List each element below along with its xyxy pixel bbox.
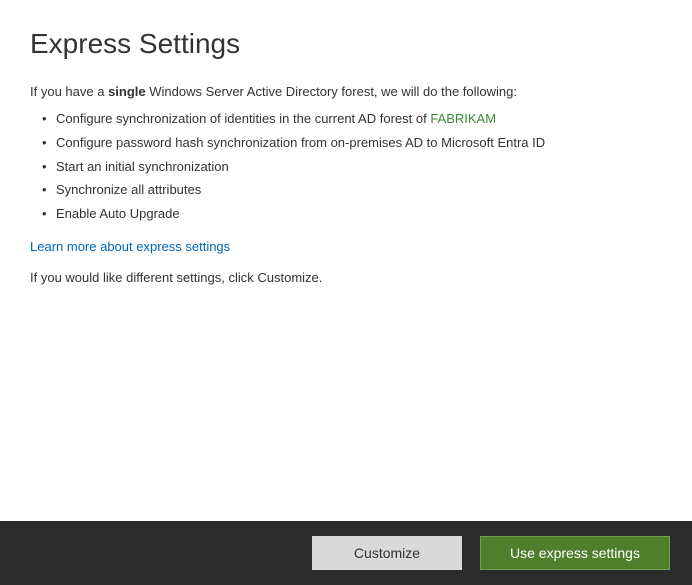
intro-bold: single xyxy=(108,84,146,99)
list-item: Synchronize all attributes xyxy=(42,180,662,201)
intro-prefix: If you have a xyxy=(30,84,108,99)
footer-bar: Customize Use express settings xyxy=(0,521,692,585)
page-title: Express Settings xyxy=(30,28,662,60)
feature-list: Configure synchronization of identities … xyxy=(30,109,662,225)
list-item: Start an initial synchronization xyxy=(42,157,662,178)
customize-note: If you would like different settings, cl… xyxy=(30,270,662,285)
forest-name: FABRIKAM xyxy=(430,111,496,126)
intro-text: If you have a single Windows Server Acti… xyxy=(30,84,662,99)
list-item: Configure password hash synchronization … xyxy=(42,133,662,154)
list-item: Enable Auto Upgrade xyxy=(42,204,662,225)
intro-suffix: Windows Server Active Directory forest, … xyxy=(146,84,517,99)
main-content: Express Settings If you have a single Wi… xyxy=(0,0,692,285)
use-express-settings-button[interactable]: Use express settings xyxy=(480,536,670,570)
learn-more-link[interactable]: Learn more about express settings xyxy=(30,239,230,254)
list-item: Configure synchronization of identities … xyxy=(42,109,662,130)
customize-button[interactable]: Customize xyxy=(312,536,462,570)
list-item-text: Configure synchronization of identities … xyxy=(56,111,430,126)
